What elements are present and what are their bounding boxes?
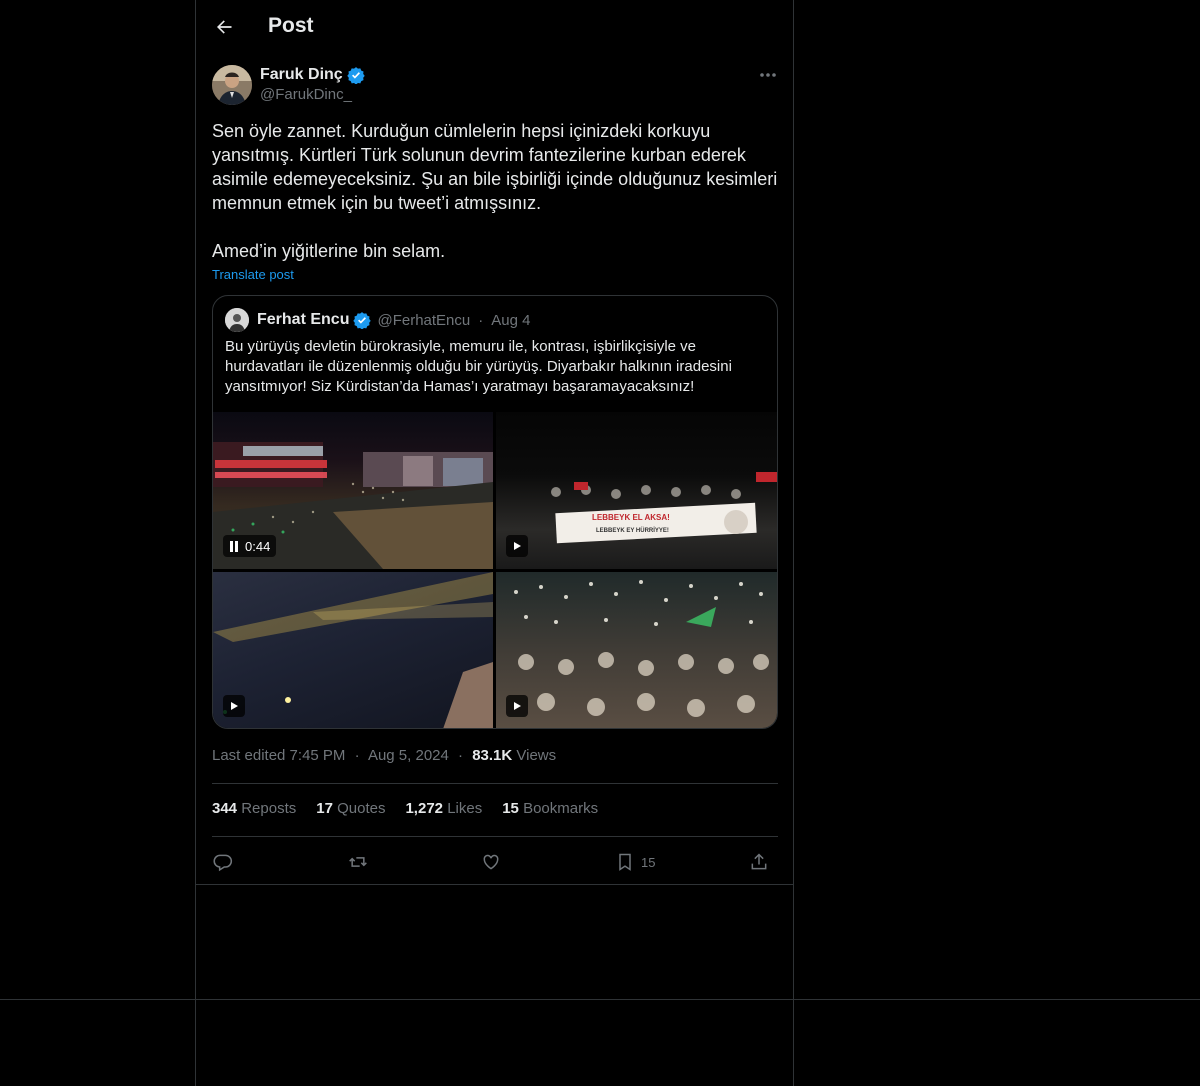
divider <box>212 783 778 784</box>
views-label: Views <box>516 747 557 764</box>
quotes-count: 17 <box>316 800 333 817</box>
quote-author-handle: @FerhatEncu <box>377 311 471 329</box>
translate-post-link[interactable]: Translate post <box>212 267 294 282</box>
quote-avatar <box>225 308 249 332</box>
bookmarks-stat[interactable]: 15 Bookmarks <box>502 800 598 817</box>
divider <box>212 836 778 837</box>
bookmark-count: 15 <box>641 854 656 870</box>
repost-button[interactable] <box>347 848 369 876</box>
quoted-post[interactable]: Ferhat Encu @FerhatEncu · Aug 4 Bu yürüy… <box>212 295 778 729</box>
pause-icon <box>230 540 238 552</box>
post-meta: Last edited 7:45 PM · Aug 5, 2024 · 83.1… <box>212 747 556 764</box>
verified-badge-icon <box>346 67 365 84</box>
reposts-stat[interactable]: 344 Reposts <box>212 800 296 817</box>
avatar-image <box>212 65 252 105</box>
quote-header: Ferhat Encu @FerhatEncu · Aug 4 <box>225 308 530 332</box>
quotes-stat[interactable]: 17 Quotes <box>316 800 385 817</box>
bookmarks-label: Bookmarks <box>523 800 599 817</box>
likes-stat[interactable]: 1,272 Likes <box>405 800 482 817</box>
page-title: Post <box>268 14 314 37</box>
share-button[interactable] <box>749 848 769 876</box>
reply-icon <box>213 854 233 872</box>
video-duration-badge[interactable]: 0:44 <box>223 535 277 557</box>
video-thumbnail[interactable]: 0:44 <box>213 412 493 569</box>
play-icon <box>231 702 238 710</box>
media-grid: 0:44 LEBBEYK EL AKSA! LEBBEYK EY HÜRRİYY… <box>213 412 777 728</box>
crowd-phone-lights-scene <box>514 580 769 717</box>
edited-time[interactable]: Last edited 7:45 PM <box>212 747 345 764</box>
reposts-count: 344 <box>212 800 238 817</box>
like-button[interactable] <box>481 848 501 876</box>
post-author: Faruk Dinç @FarukDinc_ <box>260 66 365 103</box>
play-button[interactable] <box>223 695 245 717</box>
engagement-stats: 344 Reposts 17 Quotes 1,272 Likes 15 Boo… <box>212 800 598 817</box>
play-icon <box>514 702 521 710</box>
play-button[interactable] <box>506 695 528 717</box>
action-bar: 15 <box>212 848 778 876</box>
play-icon <box>514 542 521 550</box>
march-banner-scene: LEBBEYK EL AKSA! LEBBEYK EY HÜRRİYYE! <box>551 472 777 544</box>
quote-author-name: Ferhat Encu <box>257 311 350 328</box>
banner-text-1: LEBBEYK EL AKSA! <box>592 513 670 522</box>
page-header: Post <box>196 0 793 53</box>
back-button[interactable] <box>210 13 238 41</box>
bookmark-icon <box>619 853 631 871</box>
quote-date: Aug 4 <box>491 311 531 329</box>
back-arrow-icon <box>217 20 232 34</box>
video-duration: 0:44 <box>245 538 271 554</box>
post-date[interactable]: Aug 5, 2024 <box>368 747 449 764</box>
more-button[interactable] <box>754 64 782 86</box>
post-text: Sen öyle zannet. Kurduğun cümlelerin hep… <box>212 121 778 261</box>
avatar[interactable] <box>212 65 252 105</box>
meta-dot: · <box>354 747 360 764</box>
video-thumbnail[interactable] <box>213 572 493 728</box>
play-button[interactable] <box>506 535 528 557</box>
likes-label: Likes <box>447 800 483 817</box>
quote-text: Bu yürüyüş devletin bürokrasiyle, memuru… <box>225 338 732 395</box>
main-column: Post Faruk Dinç @FarukDinc_ Sen öyle zan… <box>195 0 794 1086</box>
quote-separator: · <box>478 311 484 329</box>
meta-dot: · <box>458 747 464 764</box>
more-icon <box>760 73 776 77</box>
views-count: 83.1K <box>472 747 513 764</box>
bookmarks-count: 15 <box>502 800 519 817</box>
share-icon <box>751 853 767 870</box>
bookmark-button[interactable]: 15 <box>615 848 655 876</box>
divider <box>196 884 793 885</box>
quotes-label: Quotes <box>337 800 386 817</box>
likes-count: 1,272 <box>405 800 444 817</box>
repost-icon <box>349 857 367 867</box>
verified-badge-icon <box>353 312 372 329</box>
video-thumbnail[interactable] <box>496 572 777 728</box>
video-thumbnail[interactable]: LEBBEYK EL AKSA! LEBBEYK EY HÜRRİYYE! <box>496 412 777 569</box>
author-handle[interactable]: @FarukDinc_ <box>260 86 365 103</box>
like-icon <box>483 854 499 870</box>
banner-text-2: LEBBEYK EY HÜRRİYYE! <box>596 527 669 534</box>
author-name[interactable]: Faruk Dinç <box>260 66 343 84</box>
reposts-label: Reposts <box>241 800 297 817</box>
light-streak-scene <box>213 572 493 728</box>
reply-button[interactable] <box>213 848 233 876</box>
